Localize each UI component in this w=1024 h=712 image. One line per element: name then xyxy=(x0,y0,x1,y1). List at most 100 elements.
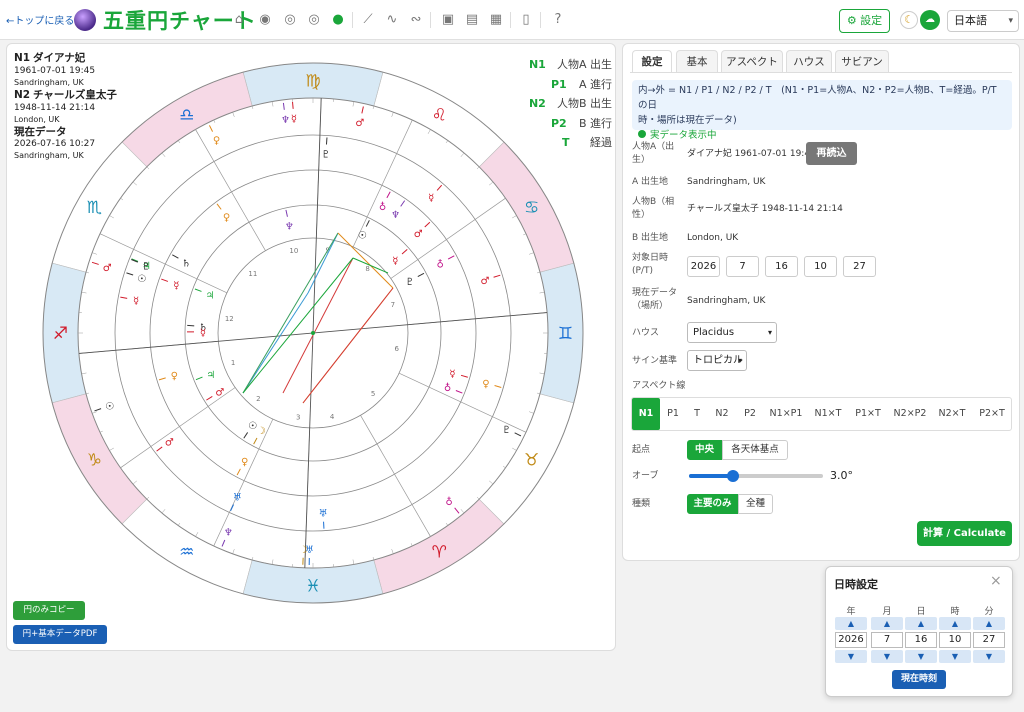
planet-marker xyxy=(120,296,128,299)
aspect-toggle-n2[interactable]: N2 xyxy=(708,398,736,430)
month-up-button[interactable]: ▲ xyxy=(871,617,903,630)
planet-marker xyxy=(400,200,406,207)
degree-tick xyxy=(99,430,103,433)
house-select[interactable]: Placidus ▾ xyxy=(687,322,777,343)
planet-glyph: ☽ xyxy=(257,426,266,437)
planet-glyph: ♂ xyxy=(481,276,490,287)
degree-tick xyxy=(476,166,480,170)
wave-icon[interactable]: ∿ xyxy=(384,12,400,28)
tab-aspects[interactable]: アスペクト xyxy=(721,50,783,72)
hour-up-button[interactable]: ▲ xyxy=(939,617,971,630)
target-day-input[interactable]: 16 xyxy=(765,256,798,277)
day-down-button[interactable]: ▼ xyxy=(905,650,937,663)
tab-houses[interactable]: ハウス xyxy=(786,50,832,72)
target-year-input[interactable]: 2026 xyxy=(687,256,720,277)
line-chart-icon[interactable]: ⟋ xyxy=(360,12,376,28)
degree-tick xyxy=(178,522,181,526)
house-number: 11 xyxy=(248,270,257,278)
kind-all-button[interactable]: 全種 xyxy=(738,494,773,514)
degree-tick xyxy=(523,233,527,236)
degree-tick xyxy=(109,447,114,451)
house-cusp-line xyxy=(120,387,236,469)
close-icon[interactable]: × xyxy=(990,573,1002,589)
aspect-toggle-p1-t[interactable]: P1×T xyxy=(848,398,888,430)
personA-value: ダイアナ妃 1961-07-01 19:45 xyxy=(687,149,816,159)
target-hour-input[interactable]: 10 xyxy=(804,256,837,277)
day-up-button[interactable]: ▲ xyxy=(905,617,937,630)
origin-body-button[interactable]: 各天体基点 xyxy=(722,440,788,460)
minute-down-button[interactable]: ▼ xyxy=(973,650,1005,663)
planet-marker xyxy=(386,191,391,199)
aspect-toggle-n1[interactable]: N1 xyxy=(632,398,660,430)
cloud-icon[interactable]: ☁ xyxy=(920,10,940,30)
back-to-top-link[interactable]: ←トップに戻る xyxy=(6,12,74,27)
origin-center-button[interactable]: 中央 xyxy=(687,440,722,460)
house-cusp-line xyxy=(352,119,413,248)
planet-marker xyxy=(195,376,203,381)
dt-hour-value[interactable]: 10 xyxy=(939,632,971,648)
planet-marker xyxy=(194,288,202,292)
tab-settings[interactable]: 設定 xyxy=(632,50,672,72)
target-month-input[interactable]: 7 xyxy=(726,256,759,277)
aspect-toggle-n1-t[interactable]: N1×T xyxy=(808,398,848,430)
house-cusp-line xyxy=(360,415,431,537)
planet-marker xyxy=(424,221,431,228)
now-time-button[interactable]: 現在時刻 xyxy=(892,670,946,689)
reload-button[interactable]: 再読込 xyxy=(806,142,857,165)
planet-glyph: ♇ xyxy=(142,262,151,273)
month-down-button[interactable]: ▼ xyxy=(871,650,903,663)
dt-month-value[interactable]: 7 xyxy=(871,632,903,648)
planet-glyph: ♆ xyxy=(281,115,290,126)
planet-marker xyxy=(126,272,134,276)
pdf-export-button[interactable]: 円+基本データPDF xyxy=(13,625,107,644)
aspect-toggle-n1-p1[interactable]: N1×P1 xyxy=(764,398,808,430)
clipboard-icon[interactable]: ▯ xyxy=(518,12,534,28)
ring-order-note: 内→外 = N1 / P1 / N2 / P2 / T (N1・P1=人物A、N… xyxy=(632,80,1012,141)
gallery-icon[interactable]: ▦ xyxy=(488,12,504,28)
planet-marker xyxy=(172,254,179,259)
personB-value: チャールズ皇太子 1948-11-14 21:14 xyxy=(687,204,843,214)
hour-down-button[interactable]: ▼ xyxy=(939,650,971,663)
calculate-button[interactable]: 計算 / Calculate xyxy=(917,521,1012,546)
double-circle-icon[interactable]: ◎ xyxy=(282,12,298,28)
image-icon[interactable]: ▣ xyxy=(440,12,456,28)
house-number: 1 xyxy=(231,359,235,367)
moon-icon[interactable]: ☾ xyxy=(900,11,918,29)
tab-sabian[interactable]: サビアン xyxy=(835,50,889,72)
wheel-group: ♈♉♊♋♌♍♎♏♐♑♒♓123456789101112♄☿♃♇♂♆☉☿☽♃☉♁♂… xyxy=(42,62,584,604)
aspect-toggle-p1[interactable]: P1 xyxy=(660,398,686,430)
aspect-line xyxy=(307,232,339,294)
degree-tick xyxy=(460,509,465,514)
degree-tick xyxy=(352,101,355,107)
aspect-toggle-n2-t[interactable]: N2×T xyxy=(932,398,972,430)
target-minute-input[interactable]: 27 xyxy=(843,256,876,277)
sign-basis-select[interactable]: トロピカル ▾ xyxy=(687,350,747,371)
copy-chart-button[interactable]: 円のみコピー xyxy=(13,601,85,620)
help-icon[interactable]: ? xyxy=(550,12,566,28)
tab-basic[interactable]: 基本 xyxy=(676,50,718,72)
five-circle-icon[interactable]: ● xyxy=(330,12,346,28)
home-icon[interactable]: ⌂ xyxy=(231,12,247,28)
planet-marker xyxy=(91,261,99,265)
triple-circle-icon[interactable]: ◎ xyxy=(306,12,322,28)
dt-minute-value[interactable]: 27 xyxy=(973,632,1005,648)
minute-up-button[interactable]: ▲ xyxy=(973,617,1005,630)
aspect-toggle-t[interactable]: T xyxy=(686,398,708,430)
language-select[interactable]: 日本語 ▾ xyxy=(947,10,1019,32)
year-down-button[interactable]: ▼ xyxy=(835,650,867,663)
dt-year-value[interactable]: 2026 xyxy=(835,632,867,648)
zodiac-sign-glyph: ♐ xyxy=(53,324,68,344)
settings-button[interactable]: ⚙ 設定 xyxy=(839,9,890,33)
year-up-button[interactable]: ▲ xyxy=(835,617,867,630)
orb-label: オーブ xyxy=(632,471,659,481)
zodiac-sign-glyph: ♌ xyxy=(432,105,447,125)
signal-icon[interactable]: ∾ xyxy=(408,12,424,28)
aspect-toggle-n2-p2[interactable]: N2×P2 xyxy=(888,398,932,430)
aspect-toggle-p2[interactable]: P2 xyxy=(736,398,764,430)
kind-major-button[interactable]: 主要のみ xyxy=(687,494,738,514)
dt-day-value[interactable]: 16 xyxy=(905,632,937,648)
aspect-toggle-p2-t[interactable]: P2×T xyxy=(972,398,1012,430)
single-circle-icon[interactable]: ◉ xyxy=(257,12,273,28)
degree-tick xyxy=(391,549,394,554)
calendar-icon[interactable]: ▤ xyxy=(464,12,480,28)
